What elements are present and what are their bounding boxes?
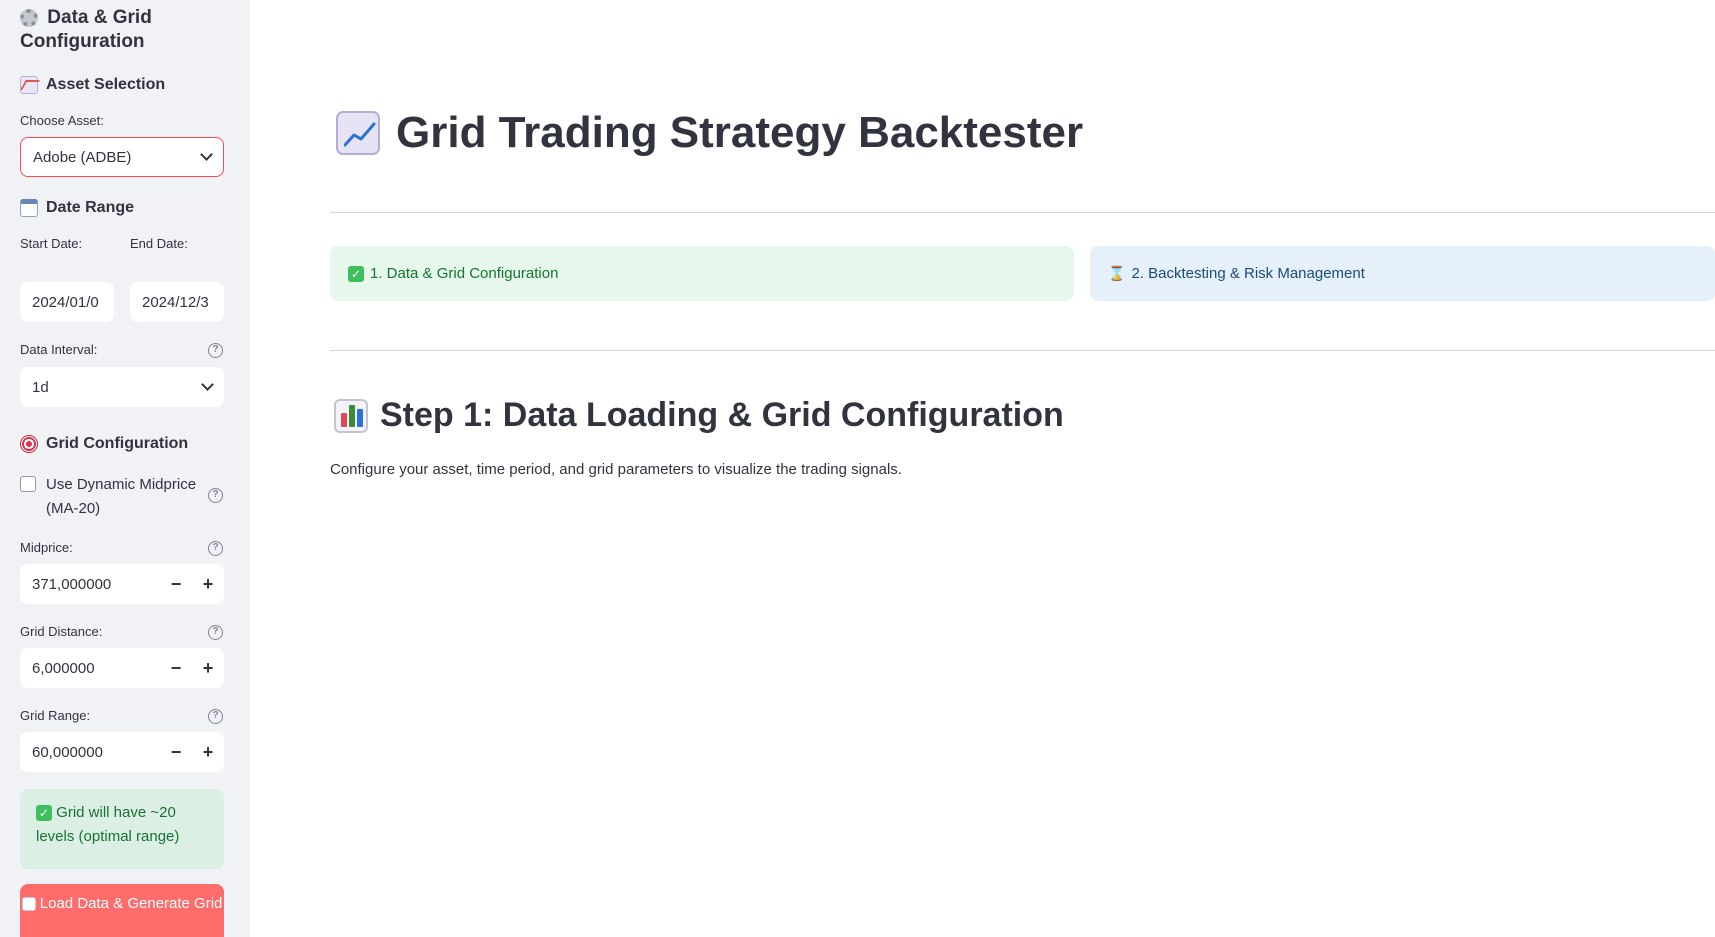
asset-selection-heading: Asset Selection: [20, 76, 165, 94]
step-description: Configure your asset, time period, and g…: [330, 461, 902, 478]
load-data-button-label: Load Data & Generate Grid: [39, 895, 223, 912]
calendar-icon: [20, 199, 38, 217]
grid-range-label: Grid Range:: [20, 708, 91, 723]
step-indicator-2: ⌛ 2. Backtesting & Risk Management: [1090, 246, 1715, 301]
data-interval-select[interactable]: 1d: [20, 367, 224, 407]
check-icon: ✓: [36, 805, 52, 822]
chart-increasing-icon: [20, 76, 38, 94]
start-date-input[interactable]: 2024/01/0: [20, 282, 114, 322]
grid-configuration-heading: Grid Configuration: [20, 435, 188, 453]
grid-distance-increment-button[interactable]: +: [192, 648, 224, 688]
grid-configuration-heading-text: Grid Configuration: [46, 435, 189, 452]
midprice-value[interactable]: 371,000000: [20, 576, 160, 593]
step-title-text: Step 1: Data Loading & Grid Configuratio…: [380, 396, 1064, 434]
midprice-increment-button[interactable]: +: [192, 564, 224, 604]
grid-range-increment-button[interactable]: +: [192, 732, 224, 772]
help-icon[interactable]: ?: [208, 488, 223, 503]
bar-chart-icon: [334, 398, 368, 433]
grid-distance-value[interactable]: 6,000000: [20, 660, 160, 677]
date-range-heading: Date Range: [20, 199, 134, 217]
grid-range-decrement-button[interactable]: −: [160, 732, 192, 772]
chart-increasing-icon: [336, 111, 380, 155]
help-icon[interactable]: ?: [208, 625, 223, 640]
divider: [330, 350, 1715, 351]
grid-distance-input[interactable]: 6,000000 − +: [20, 648, 224, 688]
start-date-value: 2024/01/0: [32, 293, 99, 311]
step-indicator-2-label: 2. Backtesting & Risk Management: [1131, 265, 1365, 282]
start-date-label: Start Date:: [20, 236, 83, 251]
check-icon: ✓: [348, 265, 364, 282]
grid-levels-info-text: Grid will have ~20 levels (optimal range…: [36, 804, 180, 845]
target-icon: [20, 435, 38, 453]
sidebar-title: Data & Grid Configuration: [20, 6, 230, 54]
end-date-input[interactable]: 2024/12/3: [130, 282, 224, 322]
help-icon[interactable]: ?: [208, 709, 223, 724]
asset-selection-heading-text: Asset Selection: [46, 76, 166, 93]
asset-select-value: Adobe (ADBE): [33, 148, 132, 166]
gear-icon: [20, 7, 38, 28]
page-title-text: Grid Trading Strategy Backtester: [396, 108, 1084, 157]
page-title: Grid Trading Strategy Backtester: [336, 108, 1083, 158]
step-indicator-1: ✓ 1. Data & Grid Configuration: [330, 246, 1074, 301]
divider: [330, 212, 1715, 213]
bar-chart-icon: [21, 897, 36, 912]
sidebar-title-text: Data & Grid Configuration: [20, 7, 152, 52]
grid-levels-info: ✓ Grid will have ~20 levels (optimal ran…: [20, 789, 224, 869]
main-content: Grid Trading Strategy Backtester ✓ 1. Da…: [250, 0, 1715, 937]
step-indicator-1-label: 1. Data & Grid Configuration: [370, 265, 559, 282]
hourglass-icon: ⌛: [1108, 265, 1126, 281]
grid-distance-decrement-button[interactable]: −: [160, 648, 192, 688]
date-range-heading-text: Date Range: [46, 199, 135, 216]
grid-range-value[interactable]: 60,000000: [20, 744, 160, 761]
data-interval-label: Data Interval:: [20, 342, 98, 357]
chevron-down-icon: [200, 148, 213, 161]
data-interval-value: 1d: [32, 378, 49, 396]
midprice-label: Midprice:: [20, 540, 73, 555]
sidebar: Data & Grid Configuration Asset Selectio…: [0, 0, 250, 937]
load-data-button[interactable]: Load Data & Generate Grid: [20, 884, 224, 937]
end-date-label: End Date:: [130, 236, 188, 251]
dynamic-midprice-checkbox[interactable]: [20, 476, 36, 492]
grid-range-input[interactable]: 60,000000 − +: [20, 732, 224, 772]
choose-asset-label: Choose Asset:: [20, 113, 104, 128]
help-icon[interactable]: ?: [208, 541, 223, 556]
midprice-input[interactable]: 371,000000 − +: [20, 564, 224, 604]
asset-select[interactable]: Adobe (ADBE): [20, 137, 224, 177]
help-icon[interactable]: ?: [208, 343, 223, 358]
midprice-decrement-button[interactable]: −: [160, 564, 192, 604]
chart-line-graphic: [344, 122, 376, 147]
chevron-down-icon: [201, 378, 214, 391]
grid-distance-label: Grid Distance:: [20, 624, 103, 639]
dynamic-midprice-label[interactable]: Use Dynamic Midprice (MA-20): [46, 473, 206, 521]
step-title: Step 1: Data Loading & Grid Configuratio…: [334, 396, 1064, 435]
end-date-value: 2024/12/3: [142, 293, 209, 311]
